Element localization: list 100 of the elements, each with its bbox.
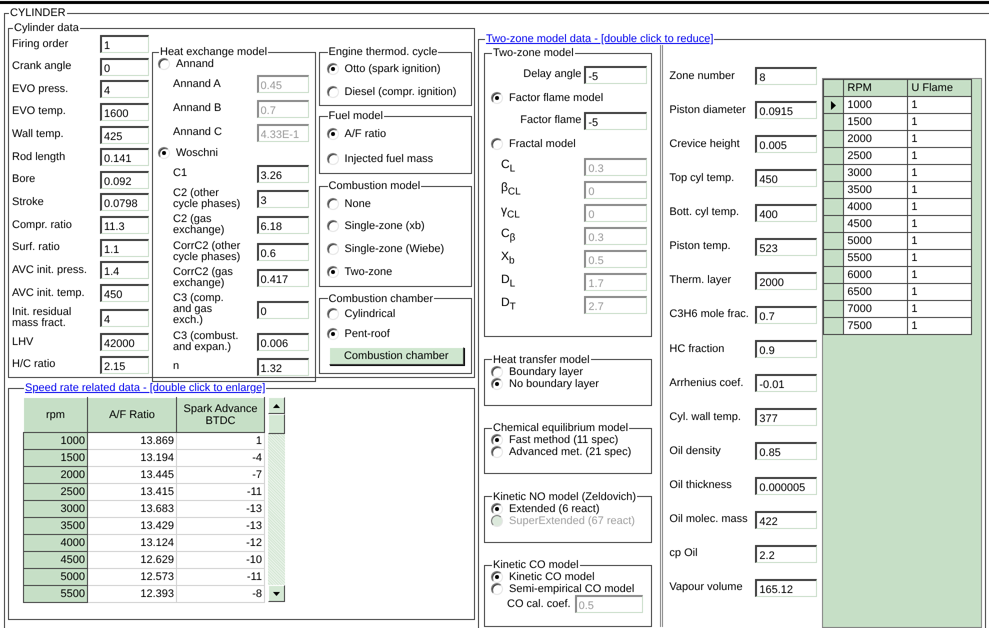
input-field[interactable]: 0.006	[256, 332, 309, 351]
radio-icon[interactable]	[491, 366, 503, 378]
input-field[interactable]: 0.005	[755, 135, 818, 154]
input-field[interactable]: 0.9	[755, 340, 818, 358]
radio-icon[interactable]	[326, 308, 339, 320]
radio-icon[interactable]	[491, 92, 503, 104]
radio-icon[interactable]	[326, 63, 339, 76]
input-field[interactable]: 2.2	[755, 544, 818, 563]
radio-icon[interactable]	[491, 583, 503, 595]
section-link[interactable]: Speed rate related data - [double click to enlarge]	[25, 382, 266, 394]
row-selector[interactable]	[824, 164, 844, 182]
section-link[interactable]: Two-zone model data - [double click to reduce]	[486, 33, 714, 45]
input-field[interactable]: 0.141	[100, 148, 149, 166]
input-field[interactable]: 2000	[755, 272, 818, 290]
radio-icon[interactable]	[326, 152, 339, 165]
scrollbar[interactable]	[268, 397, 285, 602]
radio-icon[interactable]	[326, 328, 339, 340]
row-selector[interactable]	[824, 130, 844, 148]
combustion-chamber-button[interactable]: Combustion chamber	[328, 347, 464, 366]
input-field[interactable]: 3	[256, 190, 309, 208]
input-field[interactable]: 0.417	[256, 268, 309, 287]
row-selector[interactable]	[824, 250, 844, 266]
input-field[interactable]: 0.7	[755, 306, 818, 324]
radio-option[interactable]: Diesel (compr. ignition)	[326, 86, 468, 98]
input-field[interactable]: 0.85	[755, 442, 818, 460]
radio-icon[interactable]	[491, 571, 503, 583]
input-field[interactable]: 1	[100, 35, 149, 53]
row-selector[interactable]	[824, 300, 844, 318]
input-field[interactable]: 0	[100, 58, 149, 76]
scroll-thumb[interactable]	[268, 414, 285, 434]
row-selector[interactable]	[824, 114, 844, 130]
radio-option[interactable]: Pent-roof	[326, 328, 468, 340]
input-field[interactable]: -5	[584, 112, 648, 130]
input-field[interactable]: 0	[256, 300, 309, 319]
radio-icon[interactable]	[326, 266, 339, 278]
radio-icon[interactable]	[491, 502, 503, 514]
radio-option[interactable]: Injected fuel mass	[326, 152, 468, 165]
radio-option[interactable]: Fast method (11 spec)	[491, 434, 648, 446]
row-selector[interactable]	[824, 284, 844, 300]
radio-option[interactable]: Boundary layer	[491, 366, 648, 378]
row-selector[interactable]	[824, 198, 844, 216]
row-selector[interactable]	[824, 148, 844, 164]
radio-icon[interactable]	[491, 446, 503, 458]
input-field[interactable]: 377	[755, 408, 818, 426]
radio-option[interactable]: Cylindrical	[326, 308, 468, 320]
radio-option[interactable]: Annand	[158, 58, 309, 70]
radio-icon[interactable]	[326, 128, 339, 140]
input-field[interactable]: 1.1	[100, 238, 149, 257]
radio-option[interactable]: Fractal model	[491, 132, 648, 155]
radio-option[interactable]: Kinetic CO model	[491, 571, 648, 583]
input-field[interactable]: -5	[584, 66, 648, 84]
row-selector[interactable]	[824, 318, 844, 334]
input-field[interactable]: 0.0915	[755, 101, 818, 120]
radio-option[interactable]: Extended (6 react)	[491, 502, 648, 514]
radio-option[interactable]: No boundary layer	[491, 378, 648, 390]
radio-option[interactable]: Otto (spark ignition)	[326, 63, 468, 76]
radio-icon[interactable]	[326, 198, 339, 210]
radio-option[interactable]: Single-zone (xb)	[326, 220, 468, 232]
radio-icon[interactable]	[491, 434, 503, 446]
radio-icon[interactable]	[158, 147, 170, 160]
row-selector[interactable]	[824, 182, 844, 198]
input-field[interactable]: 1600	[100, 102, 149, 121]
radio-option[interactable]: Single-zone (Wiebe)	[326, 243, 468, 256]
scroll-down-button[interactable]	[268, 585, 285, 602]
row-selector[interactable]	[824, 216, 844, 232]
input-field[interactable]: 1.32	[256, 358, 309, 376]
input-field[interactable]: 165.12	[755, 578, 818, 597]
input-field[interactable]: 1.4	[100, 261, 149, 280]
radio-option[interactable]: None	[326, 198, 468, 210]
input-field[interactable]: 11.3	[100, 216, 149, 234]
radio-icon[interactable]	[491, 138, 503, 150]
row-selector[interactable]	[824, 232, 844, 250]
row-selector[interactable]	[824, 266, 844, 284]
input-field[interactable]: 2.15	[100, 356, 149, 374]
radio-option[interactable]: Factor flame model	[491, 86, 648, 109]
input-field[interactable]: 4	[100, 308, 149, 327]
radio-option[interactable]: Advanced met. (21 spec)	[491, 446, 648, 458]
input-field[interactable]: 4	[100, 80, 149, 98]
input-field[interactable]: 450	[755, 169, 818, 188]
radio-icon[interactable]	[326, 86, 339, 98]
input-field[interactable]: 0.6	[256, 242, 309, 261]
radio-option[interactable]: Woschni	[158, 147, 309, 160]
input-field[interactable]: 450	[100, 284, 149, 302]
input-field[interactable]: -0.01	[755, 374, 818, 392]
radio-icon[interactable]	[158, 58, 170, 70]
row-selector[interactable]	[824, 96, 844, 114]
input-field[interactable]: 8	[755, 67, 818, 85]
input-field[interactable]: 422	[755, 510, 818, 529]
input-field[interactable]: 6.18	[256, 216, 309, 234]
radio-icon[interactable]	[326, 220, 339, 232]
input-field[interactable]: 3.26	[256, 164, 309, 183]
input-field[interactable]: 0.092	[100, 170, 149, 189]
input-field[interactable]: 523	[755, 238, 818, 256]
radio-option[interactable]: Two-zone	[326, 266, 468, 278]
input-field[interactable]: 400	[755, 204, 818, 222]
input-field[interactable]: 0.000005	[755, 476, 818, 494]
input-field[interactable]: 42000	[100, 333, 149, 352]
radio-icon[interactable]	[491, 378, 503, 390]
scroll-up-button[interactable]	[268, 397, 285, 414]
input-field[interactable]: 0.0798	[100, 193, 149, 212]
